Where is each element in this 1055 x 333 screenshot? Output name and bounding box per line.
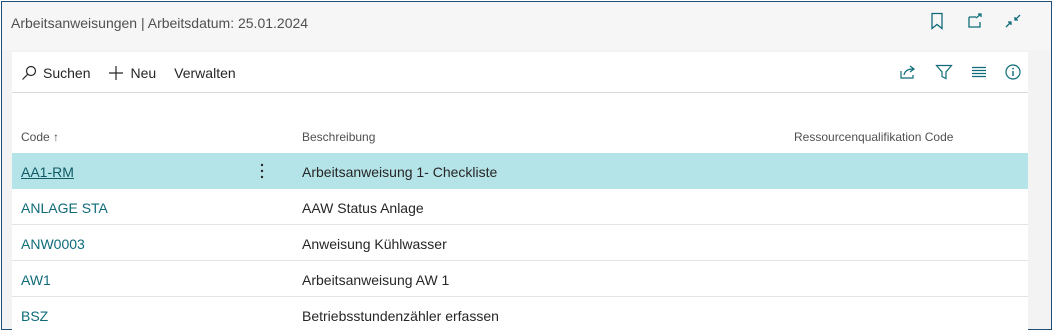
code-link[interactable]: ANW0003 <box>21 236 85 252</box>
column-header-description[interactable]: Beschreibung <box>302 130 375 144</box>
plus-icon <box>109 66 124 80</box>
action-bar: Suchen Neu Verwalten <box>12 52 1028 93</box>
collapse-icon[interactable] <box>1005 12 1021 30</box>
table-body: AA1-RM Arbeitsanweisung 1- Checkliste AN… <box>12 153 1028 332</box>
list-panel: Suchen Neu Verwalten Code ↑ Beschreibung… <box>12 52 1028 331</box>
manage-button[interactable]: Verwalten <box>174 65 235 81</box>
table-row[interactable]: AA1-RM Arbeitsanweisung 1- Checkliste <box>12 153 1028 189</box>
column-header-code[interactable]: Code ↑ <box>21 130 59 144</box>
page-title: Arbeitsanweisungen | Arbeitsdatum: 25.01… <box>11 15 309 31</box>
new-button[interactable]: Neu <box>108 65 156 81</box>
table-row[interactable]: ANW0003 Anweisung Kühlwasser <box>12 225 1028 261</box>
description-cell: Arbeitsanweisung AW 1 <box>302 272 450 288</box>
code-link[interactable]: BSZ <box>21 308 48 324</box>
search-button[interactable]: Suchen <box>21 65 90 81</box>
code-link[interactable]: ANLAGE STA <box>21 200 108 216</box>
page-frame: Arbeitsanweisungen | Arbeitsdatum: 25.01… <box>1 1 1052 331</box>
open-new-window-icon[interactable] <box>967 12 983 30</box>
description-cell: AAW Status Anlage <box>302 200 424 216</box>
info-icon[interactable] <box>1005 64 1021 80</box>
search-icon <box>22 65 37 80</box>
description-cell: Betriebsstundenzähler erfassen <box>302 308 499 324</box>
description-cell: Arbeitsanweisung 1- Checkliste <box>302 164 498 180</box>
description-cell: Anweisung Kühlwasser <box>302 236 447 252</box>
code-link[interactable]: AA1-RM <box>21 164 74 180</box>
header-actions <box>929 12 1021 30</box>
bookmark-icon[interactable] <box>929 12 945 30</box>
filter-icon[interactable] <box>935 64 953 80</box>
page-header: Arbeitsanweisungen | Arbeitsdatum: 25.01… <box>2 2 1051 50</box>
new-label: Neu <box>130 65 157 81</box>
row-menu-icon[interactable] <box>257 162 267 180</box>
table-row[interactable]: AW1 Arbeitsanweisung AW 1 <box>12 261 1028 297</box>
search-label: Suchen <box>43 65 91 81</box>
column-header-resource-qualification[interactable]: Ressourcenqualifikation Code <box>794 130 953 144</box>
table-row[interactable]: ANLAGE STA AAW Status Anlage <box>12 189 1028 225</box>
list-view-icon[interactable] <box>971 64 987 80</box>
manage-label: Verwalten <box>174 65 236 81</box>
table-row[interactable]: BSZ Betriebsstundenzähler erfassen <box>12 297 1028 332</box>
code-link[interactable]: AW1 <box>21 272 51 288</box>
share-icon[interactable] <box>899 64 917 80</box>
